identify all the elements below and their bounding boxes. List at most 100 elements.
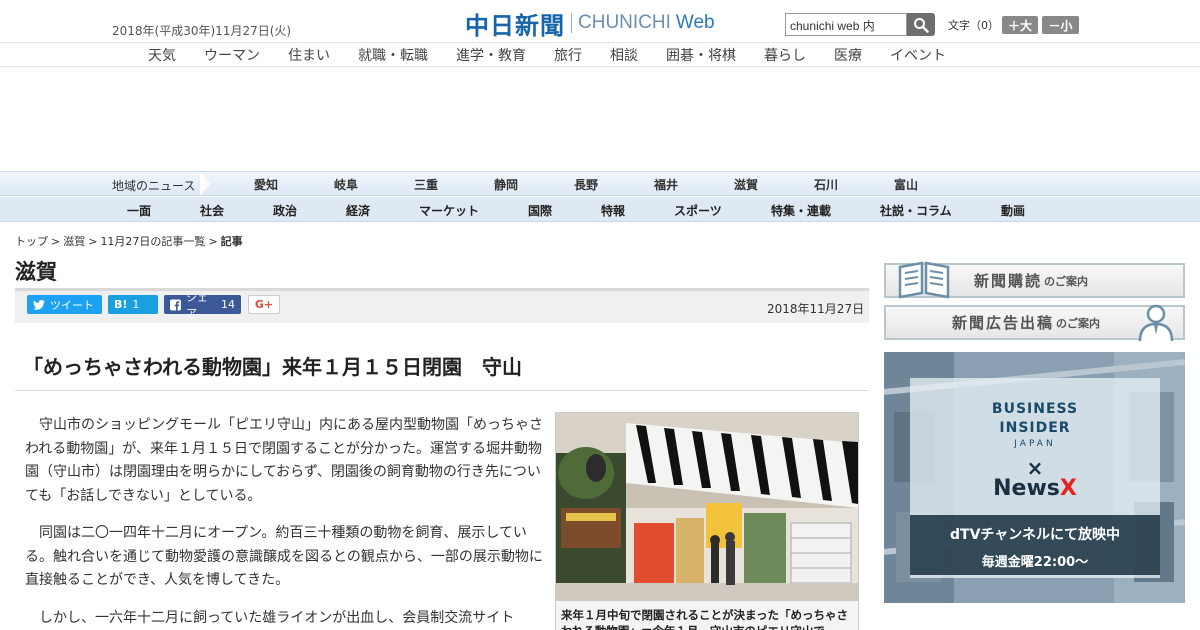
broadcast-schedule-bar: dTVチャンネルにて放映中 毎週金曜22:00〜	[910, 515, 1160, 575]
breadcrumb-separator: >	[88, 235, 98, 248]
category-nav-item[interactable]: 暮らし	[764, 45, 806, 65]
site-logo[interactable]: 中日新聞 CHUNICHI Web	[465, 8, 715, 40]
breadcrumb-separator: >	[208, 235, 218, 248]
category-nav-item[interactable]: イベント	[890, 45, 946, 65]
breadcrumb-link[interactable]: 11月27日の記事一覧	[100, 235, 205, 248]
tweet-button[interactable]: ツイート	[27, 295, 102, 314]
region-nav-item[interactable]: 三重	[414, 176, 438, 193]
breadcrumb: トップ > 滋賀 >11月27日の記事一覧 > 記事	[15, 233, 243, 249]
section-nav-item[interactable]: 政治	[273, 202, 297, 219]
section-nav-item[interactable]: 社説・コラム	[880, 202, 952, 219]
section-nav-item[interactable]: 特報	[601, 202, 625, 219]
hatena-logo: B!	[114, 298, 128, 311]
newsx-logo: NewsX	[910, 476, 1160, 501]
banner-panel: BUSINESS INSIDER JAPAN × NewsX dTVチャンネルに…	[910, 378, 1160, 578]
article-body: 守山市のショッピングモール「ピエリ守山」内にある屋内型動物園「めっちゃさわれる動…	[25, 414, 545, 630]
category-nav-item[interactable]: 相談	[610, 45, 638, 65]
article-date: 2018年11月27日	[767, 302, 865, 316]
text-size-larger-button[interactable]: ＋大	[1002, 16, 1038, 34]
category-nav-item[interactable]: 囲碁・将棋	[666, 45, 736, 65]
category-nav-item[interactable]: 就職・転職	[358, 45, 428, 65]
section-nav-item[interactable]: 社会	[200, 202, 224, 219]
section-nav-item[interactable]: 特集・連載	[771, 202, 831, 219]
category-nav-item[interactable]: 進学・教育	[456, 45, 526, 65]
region-nav: 地域のニュース 愛知 岐阜 三重 静岡 長野 福井 滋賀 石川 富山	[0, 171, 1200, 196]
article-paragraph: 同園は二〇一四年十二月にオープン。約百三十種類の動物を飼育、展示している。触れ合…	[25, 525, 543, 588]
breadcrumb-separator: >	[51, 235, 61, 248]
subscription-subtitle: のご案内	[1044, 274, 1089, 288]
section-nav: 一面 社会 政治 経済 マーケット 国際 特報 スポーツ 特集・連載 社説・コラ…	[0, 197, 1200, 222]
region-nav-label: 地域のニュース	[112, 179, 196, 193]
business-insider-logo-line2: INSIDER	[999, 420, 1071, 436]
newspaper-reading-icon	[898, 261, 950, 299]
article-paragraph: しかし、一六年十二月に飼っていた雄ライオンが出血し、会員制交流サイト	[39, 609, 515, 626]
region-nav-item[interactable]: 石川	[814, 176, 838, 193]
category-nav-item[interactable]: 住まい	[288, 45, 330, 65]
region-nav-item[interactable]: 静岡	[494, 176, 518, 193]
category-nav-item[interactable]: 医療	[834, 45, 862, 65]
broadcast-time: 毎週金曜22:00〜	[981, 555, 1089, 570]
section-nav-item[interactable]: 動画	[1001, 202, 1025, 219]
newsx-logo-main: News	[993, 476, 1060, 501]
category-nav-item[interactable]: 天気	[148, 45, 176, 65]
tweet-label: ツイート	[50, 298, 94, 312]
breadcrumb-current: 記事	[220, 235, 243, 248]
article-photo[interactable]: 来年１月中旬で閉園されることが決まった「めっちゃさわれる動物園」＝今年１月、守山…	[555, 412, 859, 630]
photo-caption: 来年１月中旬で閉園されることが決まった「めっちゃさわれる動物園」＝今年１月、守山…	[561, 608, 849, 630]
zoo-entrance-photo	[556, 413, 858, 601]
facebook-icon	[170, 299, 181, 310]
text-size-smaller-button[interactable]: －小	[1042, 16, 1079, 34]
section-title: 滋賀	[15, 260, 57, 284]
article-headline: 「めっちゃさわれる動物園」来年１月１５日閉園 守山	[23, 355, 522, 379]
subscription-title: 新聞購読	[974, 272, 1043, 290]
region-nav-item[interactable]: 富山	[894, 176, 918, 193]
advertising-title: 新聞広告出稿	[952, 314, 1055, 332]
logo-sub-text: CHUNICHI	[578, 12, 671, 33]
ad-space	[0, 68, 1200, 171]
region-nav-item[interactable]: 岐阜	[334, 176, 358, 193]
businessperson-icon	[1138, 304, 1174, 341]
google-plus-button[interactable]: G+	[248, 295, 280, 314]
search-button[interactable]	[907, 13, 935, 36]
site-search-input[interactable]: chunichi web 内	[785, 13, 907, 36]
advertising-subtitle: のご案内	[1056, 316, 1101, 330]
facebook-share-button[interactable]: シェア 14	[164, 291, 241, 320]
logo-web-text: Web	[675, 12, 715, 33]
newsx-logo-accent: X	[1059, 476, 1077, 501]
section-nav-item[interactable]: マーケット	[419, 202, 479, 219]
subscription-info-button[interactable]: 新聞購読 のご案内	[884, 261, 1185, 299]
category-nav: 天気 ウーマン 住まい 就職・転職 進学・教育 旅行 相談 囲碁・将棋 暮らし …	[0, 43, 1200, 67]
headline-divider	[15, 390, 869, 391]
business-insider-banner[interactable]: BUSINESS INSIDER JAPAN × NewsX dTVチャンネルに…	[884, 352, 1185, 603]
region-nav-arrow	[200, 172, 210, 196]
section-nav-item[interactable]: 経済	[346, 202, 370, 219]
region-nav-item[interactable]: 長野	[574, 176, 598, 193]
hatena-bookmark-button[interactable]: B! 1	[108, 295, 158, 314]
category-nav-item[interactable]: ウーマン	[204, 45, 260, 65]
section-nav-item[interactable]: 国際	[528, 202, 552, 219]
region-nav-item[interactable]: 滋賀	[734, 176, 758, 193]
text-size-label: 文字（0）	[948, 19, 999, 32]
broadcast-channel: dTVチャンネルにて放映中	[950, 527, 1120, 543]
business-insider-logo-line1: BUSINESS	[991, 401, 1079, 417]
region-nav-item[interactable]: 福井	[654, 176, 678, 193]
facebook-share-label: シェア	[185, 290, 208, 320]
logo-separator	[571, 13, 572, 33]
twitter-bird-icon	[33, 299, 45, 310]
site-header: 2018年(平成30年)11月27日(火) 中日新聞 CHUNICHI Web …	[0, 0, 1200, 43]
header-date: 2018年(平成30年)11月27日(火)	[112, 24, 292, 38]
share-bar: ツイート B! 1 シェア 14 G+ 2018年11月27日	[15, 291, 869, 323]
advertising-info-button[interactable]: 新聞広告出稿 のご案内	[884, 304, 1185, 341]
logo-main-text: 中日新聞	[465, 10, 565, 40]
hatena-count: 1	[132, 298, 140, 311]
search-icon	[914, 17, 929, 33]
section-nav-item[interactable]: スポーツ	[674, 202, 722, 219]
region-nav-item[interactable]: 愛知	[254, 176, 278, 193]
business-insider-logo-line3: JAPAN	[1014, 439, 1056, 449]
facebook-share-count: 14	[221, 298, 235, 311]
breadcrumb-link[interactable]: 滋賀	[63, 235, 85, 248]
article-paragraph: 守山市のショッピングモール「ピエリ守山」内にある屋内型動物園「めっちゃさわれる動…	[25, 417, 543, 504]
category-nav-item[interactable]: 旅行	[554, 45, 582, 65]
breadcrumb-link[interactable]: トップ	[15, 235, 48, 248]
section-nav-item[interactable]: 一面	[127, 202, 151, 219]
